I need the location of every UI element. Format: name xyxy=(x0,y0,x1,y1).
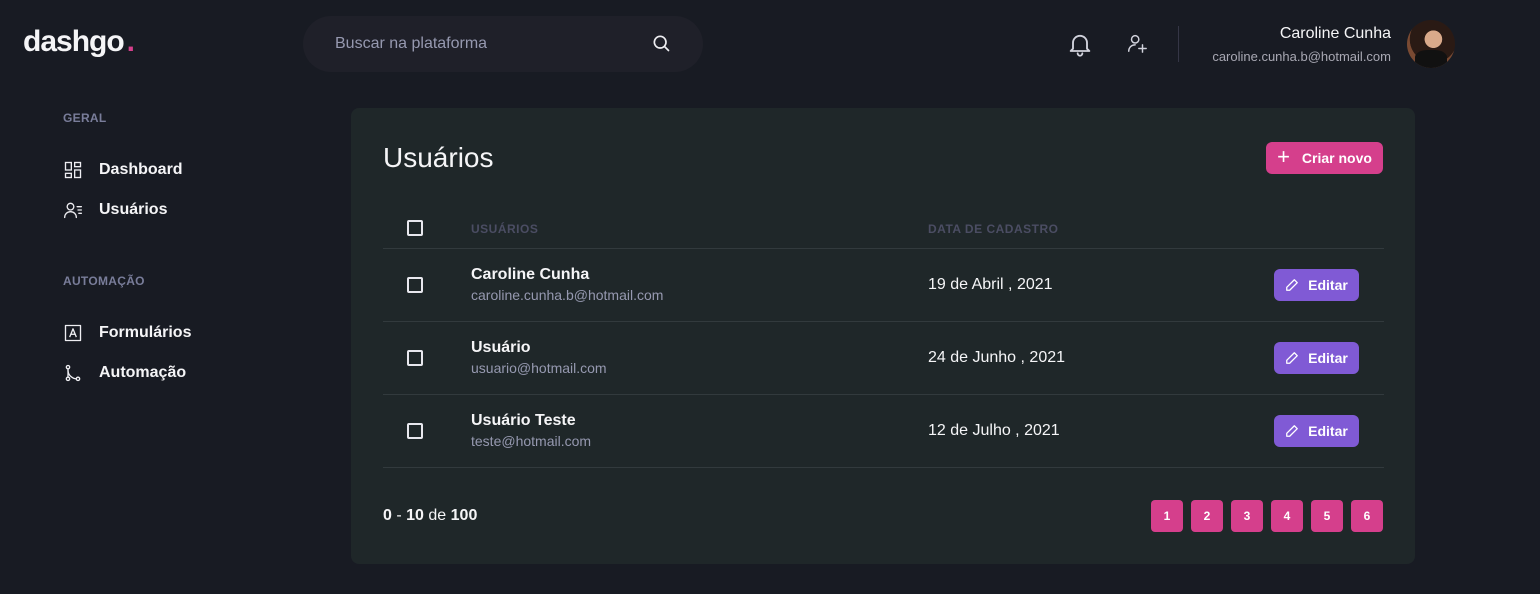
pagination-info: 0 - 10 de 100 xyxy=(383,507,477,525)
pencil-icon xyxy=(1286,279,1299,291)
search-input[interactable]: Buscar na plataforma xyxy=(335,35,487,53)
avatar[interactable] xyxy=(1407,20,1455,68)
search-bar[interactable]: Buscar na plataforma xyxy=(303,16,703,72)
pagination-sep: - xyxy=(396,507,402,524)
table-header: USUÁRIOS DATA DE CADASTRO xyxy=(383,208,1384,249)
page-button[interactable]: 1 xyxy=(1151,500,1183,532)
search-icon[interactable] xyxy=(651,33,671,53)
form-icon xyxy=(64,324,82,342)
profile-name: Caroline Cunha xyxy=(1279,25,1391,42)
register-date: 19 de Abril , 2021 xyxy=(928,276,1053,293)
select-all-checkbox[interactable] xyxy=(407,220,423,236)
sidebar-item-automacao[interactable]: Automação xyxy=(63,361,186,385)
git-merge-icon xyxy=(65,364,81,382)
page-button[interactable]: 4 xyxy=(1271,500,1303,532)
pagination: 1 2 3 4 5 6 xyxy=(1151,500,1383,532)
sidebar-item-dashboard[interactable]: Dashboard xyxy=(63,158,183,182)
pagination-to: 10 xyxy=(406,507,424,524)
user-email: usuario@hotmail.com xyxy=(471,360,607,376)
dashboard-icon xyxy=(64,161,82,179)
row-checkbox[interactable] xyxy=(407,350,423,366)
plus-icon: + xyxy=(1277,144,1290,169)
edit-button[interactable]: Editar xyxy=(1274,415,1359,447)
user-email: caroline.cunha.b@hotmail.com xyxy=(471,287,664,303)
pagination-of: de xyxy=(428,507,447,524)
register-date: 12 de Julho , 2021 xyxy=(928,422,1060,439)
sidebar-item-label: Usuários xyxy=(99,201,168,218)
logo[interactable]: dashgo. xyxy=(23,25,135,59)
page-button[interactable]: 6 xyxy=(1351,500,1383,532)
register-date: 24 de Junho , 2021 xyxy=(928,349,1066,366)
edit-label: Editar xyxy=(1308,350,1348,366)
users-icon xyxy=(64,202,83,219)
sidebar-item-label: Automação xyxy=(99,364,187,381)
pagination-from: 0 xyxy=(383,507,392,524)
pencil-icon xyxy=(1286,425,1299,437)
logo-dot: . xyxy=(126,25,135,58)
header-divider xyxy=(1178,26,1179,62)
logo-text: dashgo xyxy=(23,25,125,58)
page-button[interactable]: 3 xyxy=(1231,500,1263,532)
create-new-button[interactable]: + Criar novo xyxy=(1266,142,1383,174)
column-header-date: DATA DE CADASTRO xyxy=(928,222,1059,236)
edit-button[interactable]: Editar xyxy=(1274,269,1359,301)
user-email: teste@hotmail.com xyxy=(471,433,592,449)
edit-button[interactable]: Editar xyxy=(1274,342,1359,374)
page-button[interactable]: 5 xyxy=(1311,500,1343,532)
column-header-users: USUÁRIOS xyxy=(471,222,539,236)
row-checkbox[interactable] xyxy=(407,423,423,439)
profile-email: caroline.cunha.b@hotmail.com xyxy=(1212,49,1391,64)
sidebar-item-usuarios[interactable]: Usuários xyxy=(63,198,167,222)
users-panel: Usuários + Criar novo USUÁRIOS DATA DE C… xyxy=(351,108,1415,564)
table-row: Caroline Cunha caroline.cunha.b@hotmail.… xyxy=(383,249,1384,322)
bell-icon[interactable] xyxy=(1066,30,1094,58)
pencil-icon xyxy=(1286,352,1299,364)
header: dashgo. Buscar na plataforma Caroline Cu… xyxy=(0,0,1540,88)
sidebar-item-label: Formulários xyxy=(99,324,192,341)
edit-label: Editar xyxy=(1308,423,1348,439)
sidebar-item-label: Dashboard xyxy=(99,161,183,178)
user-name: Usuário Teste xyxy=(471,412,576,429)
add-user-icon[interactable] xyxy=(1126,32,1148,54)
page-button[interactable]: 2 xyxy=(1191,500,1223,532)
sidebar-section-title: GERAL xyxy=(63,111,107,125)
page-title: Usuários xyxy=(383,142,494,173)
user-name: Usuário xyxy=(471,339,531,356)
table-row: Usuário usuario@hotmail.com 24 de Junho … xyxy=(383,322,1384,395)
row-checkbox[interactable] xyxy=(407,277,423,293)
sidebar-section-title: AUTOMAÇÃO xyxy=(63,274,145,288)
pagination-total: 100 xyxy=(450,507,478,524)
create-new-label: Criar novo xyxy=(1301,150,1372,166)
edit-label: Editar xyxy=(1308,277,1348,293)
user-name: Caroline Cunha xyxy=(471,266,590,283)
table-row: Usuário Teste teste@hotmail.com 12 de Ju… xyxy=(383,395,1384,468)
sidebar-item-formularios[interactable]: Formulários xyxy=(63,321,191,345)
